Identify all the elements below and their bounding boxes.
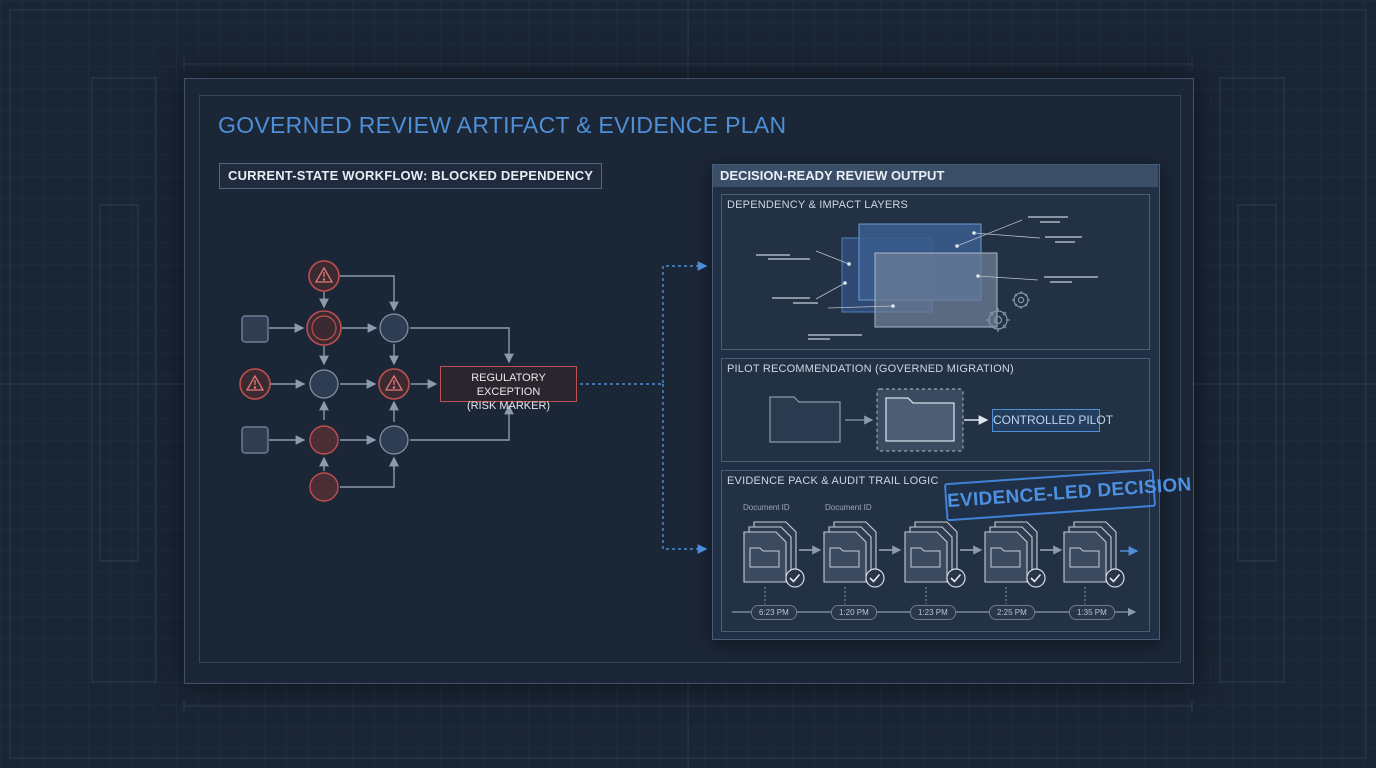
doc-id-label: Document ID [743,503,790,512]
timestamp-pill: 1:35 PM [1069,605,1115,620]
dependency-panel [721,194,1150,350]
evidence-title: EVIDENCE PACK & AUDIT TRAIL LOGIC [727,475,939,487]
pilot-title: PILOT RECOMMENDATION (GOVERNED MIGRATION… [727,363,1014,375]
page-title: GOVERNED REVIEW ARTIFACT & EVIDENCE PLAN [218,112,787,138]
dependency-title: DEPENDENCY & IMPACT LAYERS [727,199,909,211]
timestamp-pill: 2:25 PM [989,605,1035,620]
review-output-header: DECISION-READY REVIEW OUTPUT [713,165,1158,187]
doc-id-label: Document ID [825,503,872,512]
controlled-pilot-box: CONTROLLED PILOT [992,409,1113,432]
regulatory-exception-box: REGULATORY EXCEPTION (RISK MARKER) [440,366,577,412]
timestamp-pill: 1:20 PM [831,605,877,620]
risk-box-line1: REGULATORY EXCEPTION [471,372,546,398]
workflow-header: CURRENT-STATE WORKFLOW: BLOCKED DEPENDEN… [219,163,603,189]
timestamp-pill: 6:23 PM [751,605,797,620]
timestamp-pill: 1:23 PM [910,605,956,620]
risk-box-line2: (RISK MARKER) [466,400,551,412]
